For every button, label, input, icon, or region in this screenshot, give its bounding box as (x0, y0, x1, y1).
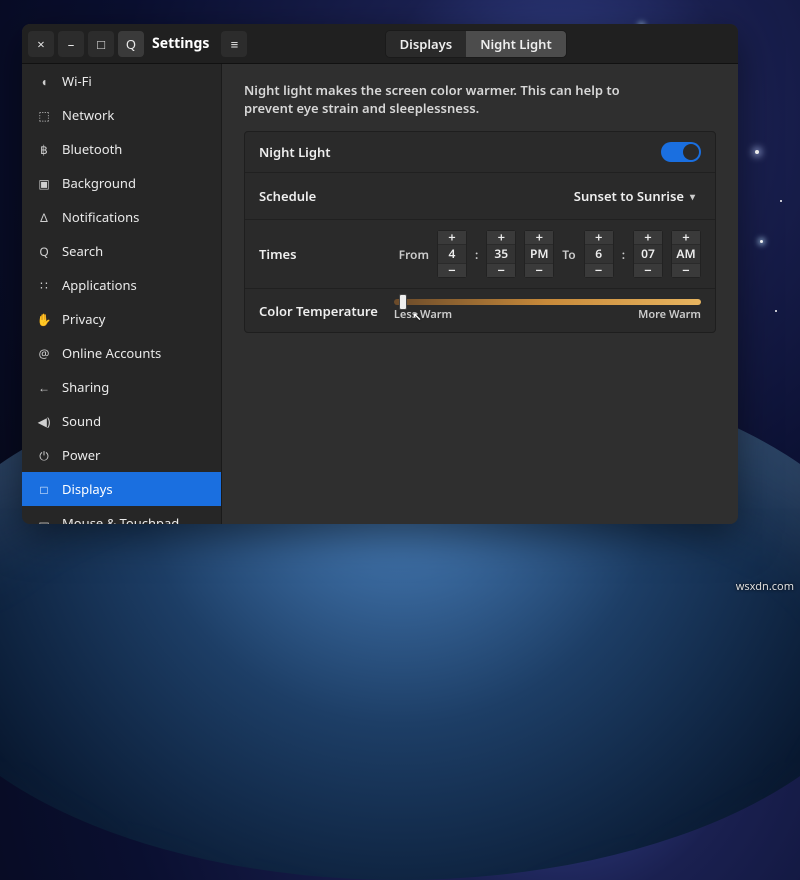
watermark: wsxdn.com (736, 579, 794, 594)
minus-icon[interactable]: − (525, 263, 553, 277)
sidebar-item-label: Sound (62, 412, 101, 430)
plus-icon[interactable]: + (525, 231, 553, 245)
minus-icon[interactable]: − (438, 263, 466, 277)
night-light-panel: Night Light Schedule Sunset to Sunrise ▾… (244, 131, 716, 333)
header-tabs: Displays Night Light (385, 30, 567, 58)
sidebar-item-label: Mouse & Touchpad (62, 514, 179, 524)
schedule-label: Schedule (259, 187, 316, 205)
sound-icon: ◀) (36, 413, 52, 429)
toggle-knob (683, 144, 699, 160)
sidebar-item-applications[interactable]: ∷ Applications (22, 268, 221, 302)
times-controls: From + 4 − : + 35 − + (399, 230, 701, 278)
sidebar-item-mouse-touchpad[interactable]: ▭ Mouse & Touchpad (22, 506, 221, 524)
cursor-icon: ↖ (412, 309, 421, 324)
mouse-icon: ▭ (36, 515, 52, 524)
sidebar-item-network[interactable]: ⬚ Network (22, 98, 221, 132)
close-icon: × (37, 35, 44, 53)
hamburger-button[interactable]: ≡ (221, 31, 247, 57)
to-label: To (562, 246, 575, 263)
sidebar-item-privacy[interactable]: ✋ Privacy (22, 302, 221, 336)
minus-icon[interactable]: − (585, 263, 613, 277)
tab-night-light[interactable]: Night Light (466, 31, 566, 57)
color-temperature-slider[interactable] (394, 299, 701, 305)
sidebar-item-label: Bluetooth (62, 140, 122, 158)
sidebar-item-label: Online Accounts (62, 344, 161, 362)
night-light-toggle[interactable] (661, 142, 701, 162)
sidebar-item-label: Power (62, 446, 100, 464)
slider-thumb[interactable] (399, 294, 407, 310)
search-icon: Q (126, 35, 136, 53)
search-button[interactable]: Q (118, 31, 144, 57)
sidebar-item-label: Privacy (62, 310, 105, 328)
color-temperature-label: Color Temperature (259, 302, 378, 320)
close-button[interactable]: × (28, 31, 54, 57)
sidebar-item-label: Background (62, 174, 136, 192)
from-period-stepper[interactable]: + PM − (524, 230, 554, 278)
plus-icon[interactable]: + (438, 231, 466, 245)
power-icon: ⏻ (36, 447, 52, 463)
minus-icon[interactable]: − (634, 263, 662, 277)
network-icon: ⬚ (36, 107, 52, 123)
sidebar-item-notifications[interactable]: Δ Notifications (22, 200, 221, 234)
plus-icon[interactable]: + (487, 231, 515, 245)
minus-icon[interactable]: − (672, 263, 700, 277)
sidebar-item-sound[interactable]: ◀) Sound (22, 404, 221, 438)
maximize-icon: □ (97, 35, 105, 53)
sidebar[interactable]: ◖ Wi-Fi ⬚ Network ฿ Bluetooth ▣ Background Δ Noti… (22, 64, 222, 524)
minimize-button[interactable]: – (58, 31, 84, 57)
minimize-icon: – (68, 35, 75, 53)
sidebar-item-label: Notifications (62, 208, 139, 226)
sharing-icon: ← (36, 379, 52, 395)
applications-icon: ∷ (36, 277, 52, 293)
from-label: From (399, 246, 429, 263)
content-pane: Night light makes the screen color warme… (222, 64, 738, 524)
tab-displays[interactable]: Displays (386, 31, 467, 57)
sidebar-item-online-accounts[interactable]: @ Online Accounts (22, 336, 221, 370)
maximize-button[interactable]: □ (88, 31, 114, 57)
plus-icon[interactable]: + (585, 231, 613, 245)
sidebar-item-displays[interactable]: □ Displays (22, 472, 221, 506)
night-light-description: Night light makes the screen color warme… (244, 82, 664, 117)
privacy-icon: ✋ (36, 311, 52, 327)
schedule-value: Sunset to Sunrise (574, 187, 684, 205)
notifications-icon: Δ (36, 209, 52, 225)
window-title: Settings (148, 34, 217, 53)
settings-window: × – □ Q Settings ≡ Displays Night Light … (22, 24, 738, 524)
bluetooth-icon: ฿ (36, 141, 52, 157)
minus-icon[interactable]: − (487, 263, 515, 277)
sidebar-item-wi-fi[interactable]: ◖ Wi-Fi (22, 64, 221, 98)
hamburger-icon: ≡ (231, 35, 239, 53)
slider-max-label: More Warm (638, 307, 701, 322)
sidebar-item-label: Sharing (62, 378, 109, 396)
sidebar-item-label: Network (62, 106, 114, 124)
times-label: Times (259, 245, 297, 263)
sidebar-item-label: Wi-Fi (62, 72, 92, 90)
search-cat-icon: Q (36, 243, 52, 259)
online-accounts-icon: @ (36, 345, 52, 361)
schedule-dropdown[interactable]: Sunset to Sunrise ▾ (568, 183, 701, 209)
night-light-label: Night Light (259, 143, 331, 161)
sidebar-item-bluetooth[interactable]: ฿ Bluetooth (22, 132, 221, 166)
from-minute-stepper[interactable]: + 35 − (486, 230, 516, 278)
sidebar-item-label: Displays (62, 480, 113, 498)
plus-icon[interactable]: + (672, 231, 700, 245)
to-period-stepper[interactable]: + AM − (671, 230, 701, 278)
sidebar-item-background[interactable]: ▣ Background (22, 166, 221, 200)
plus-icon[interactable]: + (634, 231, 662, 245)
background-icon: ▣ (36, 175, 52, 191)
from-hour-stepper[interactable]: + 4 − (437, 230, 467, 278)
displays-icon: □ (36, 481, 52, 497)
sidebar-item-search[interactable]: Q Search (22, 234, 221, 268)
to-hour-stepper[interactable]: + 6 − (584, 230, 614, 278)
sidebar-item-label: Search (62, 242, 103, 260)
titlebar: × – □ Q Settings ≡ Displays Night Light (22, 24, 738, 64)
wifi-icon: ◖ (36, 73, 52, 89)
to-minute-stepper[interactable]: + 07 − (633, 230, 663, 278)
sidebar-item-label: Applications (62, 276, 137, 294)
chevron-down-icon: ▾ (690, 189, 695, 203)
sidebar-item-sharing[interactable]: ← Sharing (22, 370, 221, 404)
sidebar-item-power[interactable]: ⏻ Power (22, 438, 221, 472)
